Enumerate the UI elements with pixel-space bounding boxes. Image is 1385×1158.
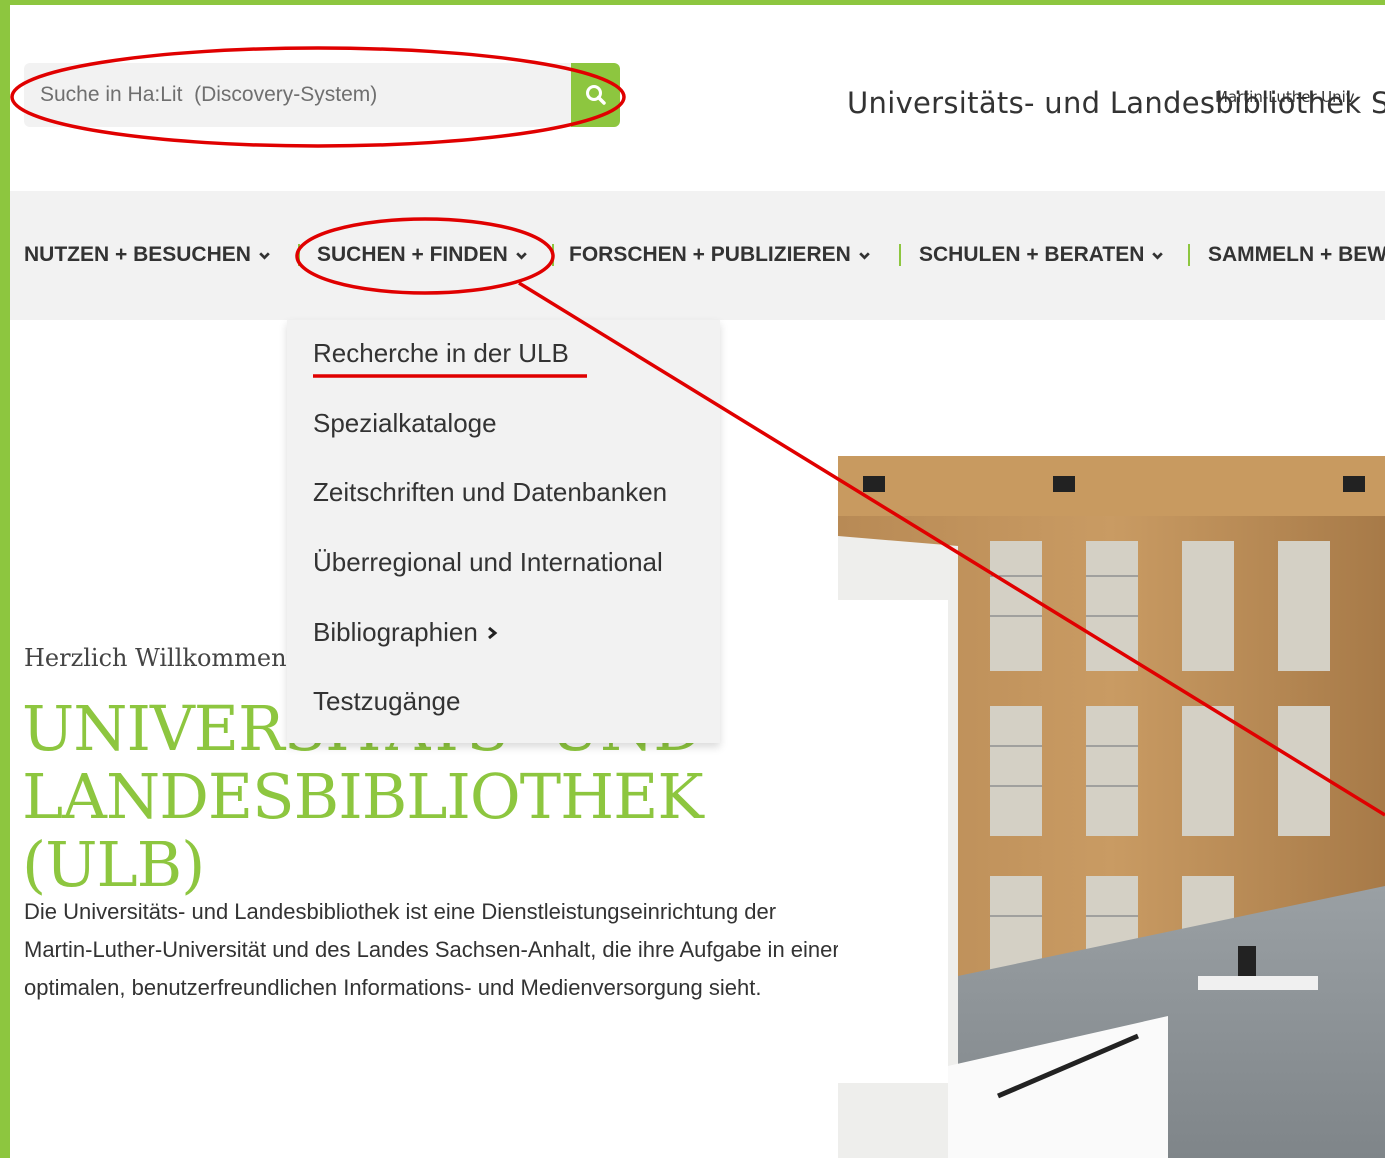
nav-separator (899, 244, 901, 266)
dropdown-item-zeitschriften[interactable]: Zeitschriften und Datenbanken (313, 477, 667, 508)
nav-item-schulen-beraten[interactable]: SCHULEN + BERATEN (919, 243, 1164, 267)
search-input[interactable] (40, 81, 550, 109)
intro-paragraph: Die Universitäts- und Landesbibliothek i… (24, 899, 840, 1000)
welcome-text: Herzlich Willkommen (24, 644, 287, 672)
nav-item-sammeln-bewahren[interactable]: SAMMELN + BEW (1208, 243, 1385, 267)
chevron-right-icon (487, 626, 498, 639)
chevron-down-icon (858, 251, 870, 260)
chevron-down-icon (1152, 251, 1164, 260)
dropdown-item-label: Überregional und International (313, 547, 663, 577)
suchen-finden-dropdown (287, 320, 720, 743)
photo-mask (838, 600, 948, 1083)
dropdown-item-label: Spezialkataloge (313, 408, 497, 438)
nav-item-nutzen-besuchen[interactable]: NUTZEN + BESUCHEN (24, 243, 271, 267)
dropdown-item-recherche[interactable]: Recherche in der ULB (313, 338, 569, 369)
search-button[interactable] (571, 63, 620, 127)
nav-item-label: SCHULEN + BERATEN (919, 243, 1145, 266)
page-title-line2: LANDESBIBLIOTHEK (ULB) (22, 760, 704, 901)
nav-item-suchen-finden[interactable]: SUCHEN + FINDEN (317, 243, 528, 267)
nav-separator (298, 244, 300, 266)
nav-item-label: FORSCHEN + PUBLIZIEREN (569, 243, 851, 266)
dropdown-item-ueberregional[interactable]: Überregional und International (313, 547, 663, 578)
chevron-down-icon (259, 251, 270, 260)
nav-separator (1188, 244, 1190, 266)
nav-item-label: SAMMELN + BEW (1208, 243, 1385, 266)
dropdown-item-label: Recherche in der ULB (313, 338, 569, 368)
page-frame-top (0, 0, 1385, 5)
search-icon (585, 85, 606, 105)
nav-item-forschen-publizieren[interactable]: FORSCHEN + PUBLIZIEREN (569, 243, 871, 267)
dropdown-item-bibliographien[interactable]: Bibliographien (313, 617, 498, 648)
dropdown-item-spezialkataloge[interactable]: Spezialkataloge (313, 408, 497, 439)
institution-name[interactable]: Universitäts- und Landesbibliothek Sa (847, 86, 1385, 120)
nav-item-label: NUTZEN + BESUCHEN (24, 243, 251, 266)
nav-separator (552, 244, 554, 266)
dropdown-item-label: Bibliographien (313, 617, 478, 647)
dropdown-item-testzugaenge[interactable]: Testzugänge (313, 686, 460, 717)
nav-item-label: SUCHEN + FINDEN (317, 243, 508, 266)
chevron-down-icon (515, 251, 527, 260)
dropdown-item-label: Testzugänge (313, 686, 461, 716)
page-frame-left (0, 0, 10, 1158)
dropdown-item-label: Zeitschriften und Datenbanken (313, 477, 668, 507)
